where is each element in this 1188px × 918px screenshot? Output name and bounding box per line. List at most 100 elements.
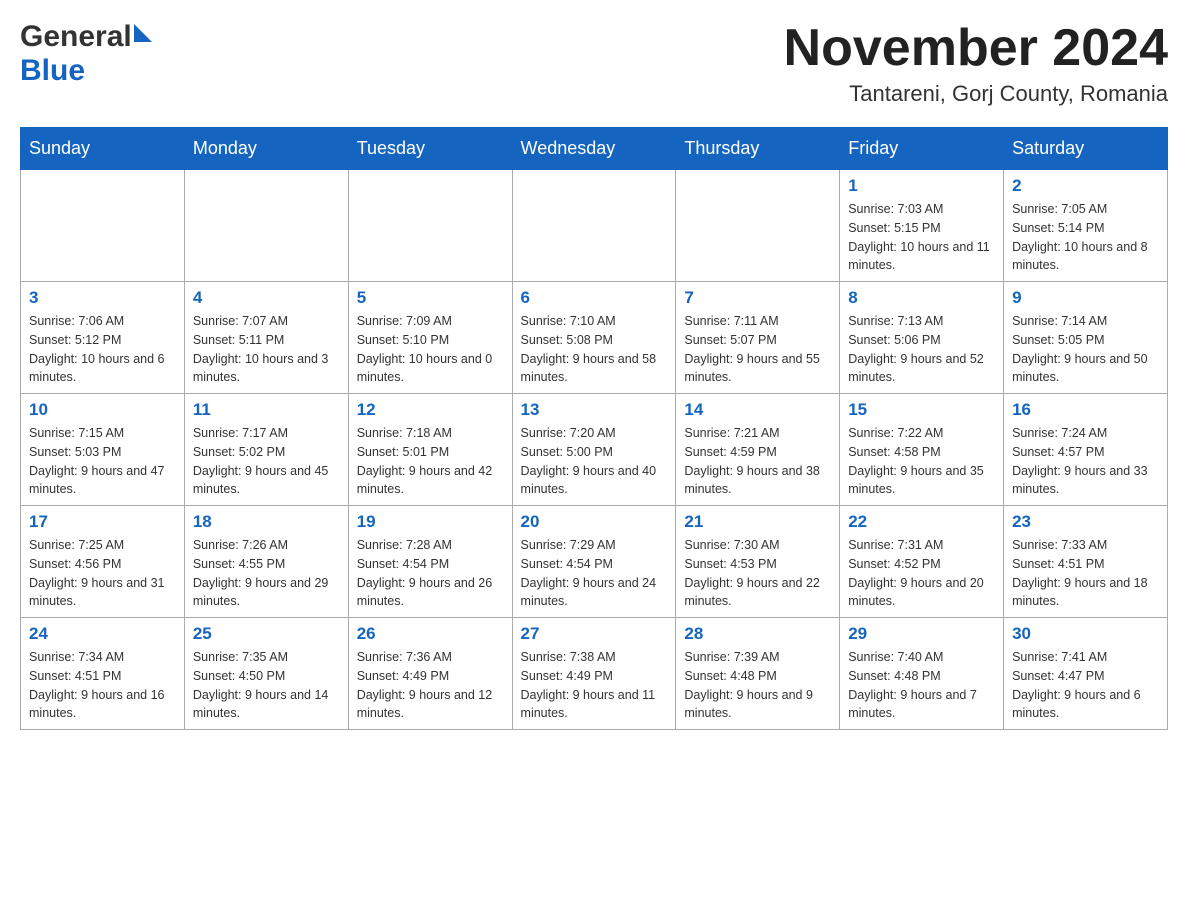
calendar-cell (512, 170, 676, 282)
day-info: Sunrise: 7:06 AM Sunset: 5:12 PM Dayligh… (29, 312, 176, 387)
day-number: 21 (684, 512, 831, 532)
calendar-cell: 13Sunrise: 7:20 AM Sunset: 5:00 PM Dayli… (512, 394, 676, 506)
day-number: 26 (357, 624, 504, 644)
day-info: Sunrise: 7:15 AM Sunset: 5:03 PM Dayligh… (29, 424, 176, 499)
day-info: Sunrise: 7:35 AM Sunset: 4:50 PM Dayligh… (193, 648, 340, 723)
calendar-cell: 14 Sunrise: 7:21 AM Sunset: 4:59 PM Dayli… (676, 394, 840, 506)
day-info: Sunrise: 7:14 AM Sunset: 5:05 PM Dayligh… (1012, 312, 1159, 387)
header-saturday: Saturday (1004, 128, 1168, 170)
calendar-cell: 17Sunrise: 7:25 AM Sunset: 4:56 PM Dayli… (21, 506, 185, 618)
day-info: Sunrise: 7:26 AM Sunset: 4:55 PM Dayligh… (193, 536, 340, 611)
calendar-cell: 30Sunrise: 7:41 AM Sunset: 4:47 PM Dayli… (1004, 618, 1168, 730)
day-number: 9 (1012, 288, 1159, 308)
calendar-week-3: 17Sunrise: 7:25 AM Sunset: 4:56 PM Dayli… (21, 506, 1168, 618)
day-info: Sunrise: 7:39 AM Sunset: 4:48 PM Dayligh… (684, 648, 831, 723)
day-number: 12 (357, 400, 504, 420)
calendar-cell: 20 Sunrise: 7:29 AM Sunset: 4:54 PM Dayli… (512, 506, 676, 618)
calendar-cell (348, 170, 512, 282)
calendar-week-4: 24 Sunrise: 7:34 AM Sunset: 4:51 PM Dayli… (21, 618, 1168, 730)
calendar-cell: 11 Sunrise: 7:17 AM Sunset: 5:02 PM Dayli… (184, 394, 348, 506)
day-number: 6 (521, 288, 668, 308)
day-number: 15 (848, 400, 995, 420)
calendar-header-row: SundayMondayTuesdayWednesdayThursdayFrid… (21, 128, 1168, 170)
day-number: 20 (521, 512, 668, 532)
day-info: Sunrise: 7:07 AM Sunset: 5:11 PM Dayligh… (193, 312, 340, 387)
logo: General Blue (20, 20, 152, 88)
calendar-cell (184, 170, 348, 282)
day-info: Sunrise: 7:41 AM Sunset: 4:47 PM Dayligh… (1012, 648, 1159, 723)
logo-general: General (20, 20, 132, 54)
month-title: November 2024 (784, 20, 1168, 77)
calendar-cell: 7 Sunrise: 7:11 AM Sunset: 5:07 PM Daylig… (676, 282, 840, 394)
calendar-cell: 12 Sunrise: 7:18 AM Sunset: 5:01 PM Dayli… (348, 394, 512, 506)
calendar-week-0: 1 Sunrise: 7:03 AM Sunset: 5:15 PM Daylig… (21, 170, 1168, 282)
day-info: Sunrise: 7:40 AM Sunset: 4:48 PM Dayligh… (848, 648, 995, 723)
day-info: Sunrise: 7:22 AM Sunset: 4:58 PM Dayligh… (848, 424, 995, 499)
day-info: Sunrise: 7:20 AM Sunset: 5:00 PM Dayligh… (521, 424, 668, 499)
day-info: Sunrise: 7:17 AM Sunset: 5:02 PM Dayligh… (193, 424, 340, 499)
day-number: 16 (1012, 400, 1159, 420)
logo-triangle-icon (134, 24, 152, 42)
day-info: Sunrise: 7:10 AM Sunset: 5:08 PM Dayligh… (521, 312, 668, 387)
day-info: Sunrise: 7:11 AM Sunset: 5:07 PM Dayligh… (684, 312, 831, 387)
header-wednesday: Wednesday (512, 128, 676, 170)
day-info: Sunrise: 7:18 AM Sunset: 5:01 PM Dayligh… (357, 424, 504, 499)
day-number: 2 (1012, 176, 1159, 196)
calendar-cell (676, 170, 840, 282)
day-number: 25 (193, 624, 340, 644)
calendar-cell: 9 Sunrise: 7:14 AM Sunset: 5:05 PM Daylig… (1004, 282, 1168, 394)
day-number: 14 (684, 400, 831, 420)
day-info: Sunrise: 7:09 AM Sunset: 5:10 PM Dayligh… (357, 312, 504, 387)
calendar-cell: 18Sunrise: 7:26 AM Sunset: 4:55 PM Dayli… (184, 506, 348, 618)
calendar-cell: 3 Sunrise: 7:06 AM Sunset: 5:12 PM Daylig… (21, 282, 185, 394)
day-number: 4 (193, 288, 340, 308)
day-info: Sunrise: 7:31 AM Sunset: 4:52 PM Dayligh… (848, 536, 995, 611)
calendar-cell: 1 Sunrise: 7:03 AM Sunset: 5:15 PM Daylig… (840, 170, 1004, 282)
calendar-cell: 24 Sunrise: 7:34 AM Sunset: 4:51 PM Dayli… (21, 618, 185, 730)
day-number: 3 (29, 288, 176, 308)
day-info: Sunrise: 7:05 AM Sunset: 5:14 PM Dayligh… (1012, 200, 1159, 275)
calendar-cell: 22 Sunrise: 7:31 AM Sunset: 4:52 PM Dayli… (840, 506, 1004, 618)
header-monday: Monday (184, 128, 348, 170)
day-info: Sunrise: 7:34 AM Sunset: 4:51 PM Dayligh… (29, 648, 176, 723)
day-info: Sunrise: 7:33 AM Sunset: 4:51 PM Dayligh… (1012, 536, 1159, 611)
day-info: Sunrise: 7:21 AM Sunset: 4:59 PM Dayligh… (684, 424, 831, 499)
day-number: 1 (848, 176, 995, 196)
day-number: 10 (29, 400, 176, 420)
calendar-week-2: 10 Sunrise: 7:15 AM Sunset: 5:03 PM Dayli… (21, 394, 1168, 506)
location: Tantareni, Gorj County, Romania (784, 81, 1168, 107)
calendar-cell: 29 Sunrise: 7:40 AM Sunset: 4:48 PM Dayli… (840, 618, 1004, 730)
day-number: 27 (521, 624, 668, 644)
title-section: November 2024 Tantareni, Gorj County, Ro… (784, 20, 1168, 107)
calendar-cell: 28 Sunrise: 7:39 AM Sunset: 4:48 PM Dayli… (676, 618, 840, 730)
calendar-cell: 10 Sunrise: 7:15 AM Sunset: 5:03 PM Dayli… (21, 394, 185, 506)
day-number: 23 (1012, 512, 1159, 532)
day-number: 29 (848, 624, 995, 644)
day-number: 5 (357, 288, 504, 308)
day-info: Sunrise: 7:29 AM Sunset: 4:54 PM Dayligh… (521, 536, 668, 611)
calendar-cell: 15 Sunrise: 7:22 AM Sunset: 4:58 PM Dayli… (840, 394, 1004, 506)
header-friday: Friday (840, 128, 1004, 170)
calendar-cell: 2 Sunrise: 7:05 AM Sunset: 5:14 PM Daylig… (1004, 170, 1168, 282)
header-tuesday: Tuesday (348, 128, 512, 170)
calendar-cell: 21 Sunrise: 7:30 AM Sunset: 4:53 PM Dayli… (676, 506, 840, 618)
day-info: Sunrise: 7:24 AM Sunset: 4:57 PM Dayligh… (1012, 424, 1159, 499)
day-info: Sunrise: 7:03 AM Sunset: 5:15 PM Dayligh… (848, 200, 995, 275)
day-number: 24 (29, 624, 176, 644)
day-info: Sunrise: 7:38 AM Sunset: 4:49 PM Dayligh… (521, 648, 668, 723)
calendar-cell: 23 Sunrise: 7:33 AM Sunset: 4:51 PM Dayli… (1004, 506, 1168, 618)
day-info: Sunrise: 7:30 AM Sunset: 4:53 PM Dayligh… (684, 536, 831, 611)
day-info: Sunrise: 7:25 AM Sunset: 4:56 PM Dayligh… (29, 536, 176, 611)
calendar-cell: 4 Sunrise: 7:07 AM Sunset: 5:11 PM Daylig… (184, 282, 348, 394)
day-info: Sunrise: 7:36 AM Sunset: 4:49 PM Dayligh… (357, 648, 504, 723)
day-number: 22 (848, 512, 995, 532)
day-number: 7 (684, 288, 831, 308)
calendar-cell: 25 Sunrise: 7:35 AM Sunset: 4:50 PM Dayli… (184, 618, 348, 730)
day-number: 28 (684, 624, 831, 644)
calendar-cell: 6 Sunrise: 7:10 AM Sunset: 5:08 PM Daylig… (512, 282, 676, 394)
calendar-cell: 19Sunrise: 7:28 AM Sunset: 4:54 PM Dayli… (348, 506, 512, 618)
day-number: 11 (193, 400, 340, 420)
header-thursday: Thursday (676, 128, 840, 170)
day-info: Sunrise: 7:28 AM Sunset: 4:54 PM Dayligh… (357, 536, 504, 611)
day-info: Sunrise: 7:13 AM Sunset: 5:06 PM Dayligh… (848, 312, 995, 387)
